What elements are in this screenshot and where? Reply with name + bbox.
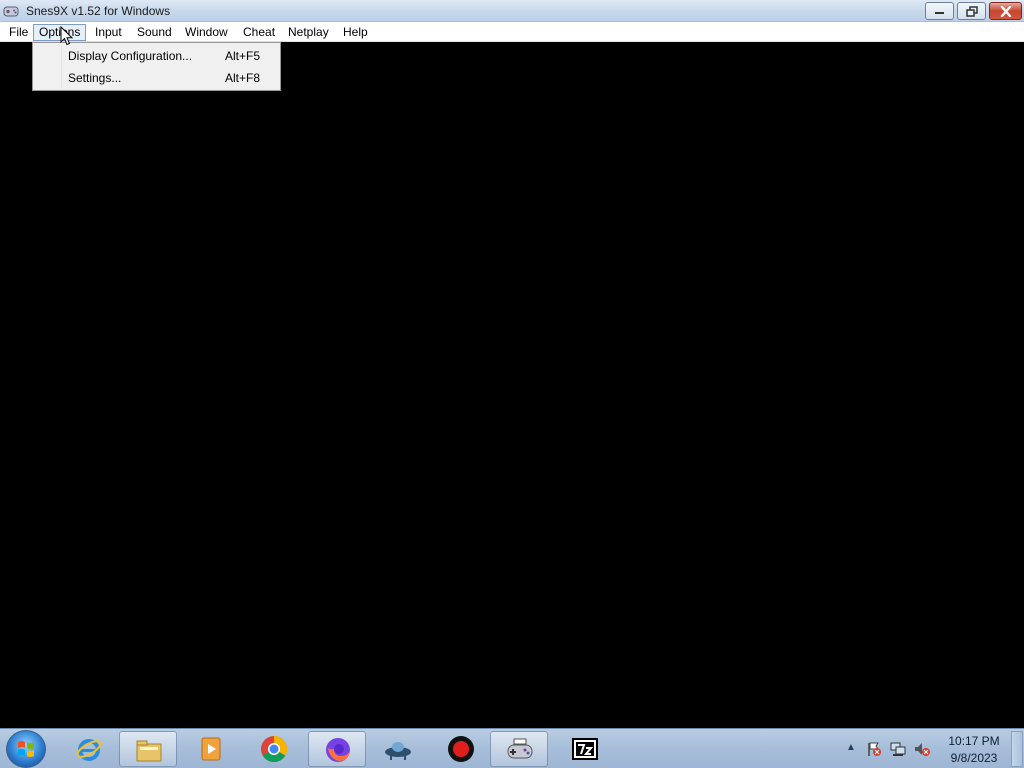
system-tray: ▲ 10:17 PM 9/8/2023 [840, 729, 1024, 768]
start-button[interactable] [6, 730, 46, 768]
show-hidden-icons-button[interactable]: ▲ [846, 742, 856, 753]
maximize-icon [965, 5, 978, 17]
emulator-screen[interactable] [0, 43, 1024, 728]
media-player-icon [201, 737, 221, 761]
taskbar-7zip[interactable] [556, 731, 614, 767]
taskbar-internet-explorer[interactable] [60, 731, 118, 767]
snes9x-icon[interactable] [3, 3, 19, 19]
taskbar-ufo-app[interactable] [369, 731, 427, 767]
menu-cheat[interactable]: Cheat [237, 24, 281, 41]
record-icon [448, 736, 474, 762]
snes9x-controller-icon [507, 738, 533, 759]
window-title: Snes9X v1.52 for Windows [26, 4, 171, 18]
close-button[interactable] [989, 2, 1022, 20]
title-bar[interactable]: Snes9X v1.52 for Windows [0, 0, 1024, 22]
chrome-icon [261, 735, 288, 763]
minimize-button[interactable] [925, 2, 954, 20]
windows-start-icon [18, 741, 34, 757]
network-icon[interactable] [890, 741, 906, 757]
7zip-icon [572, 738, 598, 760]
menu-window[interactable]: Window [179, 24, 234, 41]
taskbar-recorder[interactable] [432, 731, 490, 767]
firefox-icon [326, 738, 350, 762]
action-center-flag-icon[interactable] [866, 741, 882, 757]
menu-file[interactable]: File [3, 24, 34, 41]
clock-time[interactable]: 10:17 PM [944, 734, 1004, 748]
taskbar: ▲ 10:17 PM 9/8/2023 [0, 728, 1024, 768]
restore-button[interactable] [957, 2, 986, 20]
menu-input[interactable]: Input [89, 24, 128, 41]
taskbar-file-explorer[interactable] [119, 731, 177, 767]
show-desktop-button[interactable] [1011, 731, 1023, 767]
volume-muted-icon[interactable] [914, 741, 930, 757]
menu-bar: File Options Input Sound Window Cheat Ne… [0, 22, 1024, 42]
file-explorer-icon [136, 740, 162, 762]
menu-netplay[interactable]: Netplay [282, 24, 335, 41]
minimize-icon [935, 12, 944, 14]
taskbar-snes9x[interactable] [490, 731, 548, 767]
clock-date[interactable]: 9/8/2023 [944, 751, 1004, 765]
ufo-app-icon [385, 742, 411, 760]
menu-help[interactable]: Help [337, 24, 374, 41]
taskbar-chrome[interactable] [245, 731, 303, 767]
taskbar-media-player[interactable] [182, 731, 240, 767]
internet-explorer-icon [76, 739, 102, 761]
close-icon [1000, 5, 1011, 17]
menu-sound[interactable]: Sound [131, 24, 178, 41]
taskbar-firefox[interactable] [308, 731, 366, 767]
